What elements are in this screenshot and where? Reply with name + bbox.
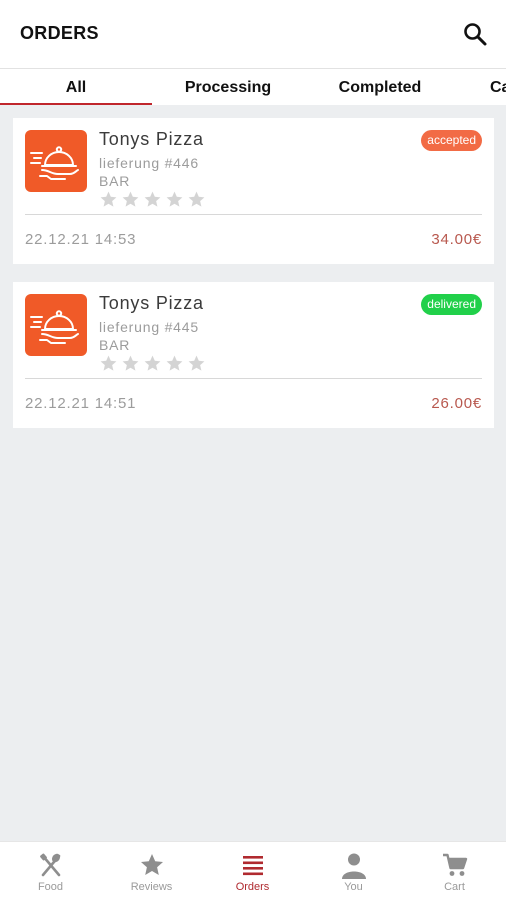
star-icon[interactable] <box>121 190 140 209</box>
food-delivery-icon <box>25 294 87 356</box>
list-icon <box>242 856 263 876</box>
tab-cancelled[interactable]: Ca <box>456 69 506 105</box>
star-icon[interactable] <box>143 354 162 373</box>
cart-icon <box>442 853 467 876</box>
nav-label: Food <box>37 881 64 893</box>
order-datetime: 22.12.21 14:53 <box>25 231 137 248</box>
divider <box>25 378 482 379</box>
nav-label: Orders <box>235 881 270 893</box>
fork-knife-icon <box>39 853 60 877</box>
nav-label: Cart <box>444 881 465 893</box>
star-icon[interactable] <box>99 354 118 373</box>
order-amount: 26.00€ <box>431 395 482 412</box>
order-amount: 34.00€ <box>431 231 482 248</box>
search-button[interactable] <box>462 21 488 47</box>
store-name: Tonys Pizza <box>99 293 204 313</box>
nav-label: You <box>344 881 363 893</box>
star-icon[interactable] <box>121 354 140 373</box>
order-type: BAR <box>99 173 131 189</box>
nav-orders[interactable]: Orders <box>202 842 303 900</box>
bottom-nav: Food Reviews Orders You Cart <box>0 841 506 900</box>
person-icon <box>341 853 366 879</box>
tab-processing[interactable]: Processing <box>152 69 304 105</box>
store-name: Tonys Pizza <box>99 129 204 149</box>
nav-label: Reviews <box>130 881 173 893</box>
nav-reviews[interactable]: Reviews <box>101 842 202 900</box>
order-number: lieferung #446 <box>99 155 199 171</box>
star-icon[interactable] <box>187 354 206 373</box>
star-icon[interactable] <box>165 190 184 209</box>
divider <box>25 214 482 215</box>
star-icon[interactable] <box>143 190 162 209</box>
status-badge: delivered <box>421 294 482 315</box>
food-delivery-icon <box>25 130 87 192</box>
app-header: ORDERS <box>0 0 506 68</box>
tab-all[interactable]: All <box>0 69 152 105</box>
star-icon[interactable] <box>187 190 206 209</box>
rating-stars <box>99 354 206 374</box>
nav-you[interactable]: You <box>303 842 404 900</box>
order-datetime: 22.12.21 14:51 <box>25 395 137 412</box>
tab-completed[interactable]: Completed <box>304 69 456 105</box>
order-number: lieferung #445 <box>99 319 199 335</box>
star-icon <box>140 854 163 875</box>
order-type: BAR <box>99 337 131 353</box>
search-icon <box>464 23 487 46</box>
nav-food[interactable]: Food <box>0 842 101 900</box>
order-card[interactable]: Tonys Pizza lieferung #445 BAR delivered… <box>13 282 494 428</box>
rating-stars <box>99 190 206 210</box>
star-icon[interactable] <box>165 354 184 373</box>
page-title: ORDERS <box>20 23 99 43</box>
order-card[interactable]: Tonys Pizza lieferung #446 BAR accepted … <box>13 118 494 264</box>
order-filter-tabs: All Processing Completed Ca <box>0 68 506 105</box>
star-icon[interactable] <box>99 190 118 209</box>
nav-cart[interactable]: Cart <box>404 842 505 900</box>
status-badge: accepted <box>421 130 482 151</box>
